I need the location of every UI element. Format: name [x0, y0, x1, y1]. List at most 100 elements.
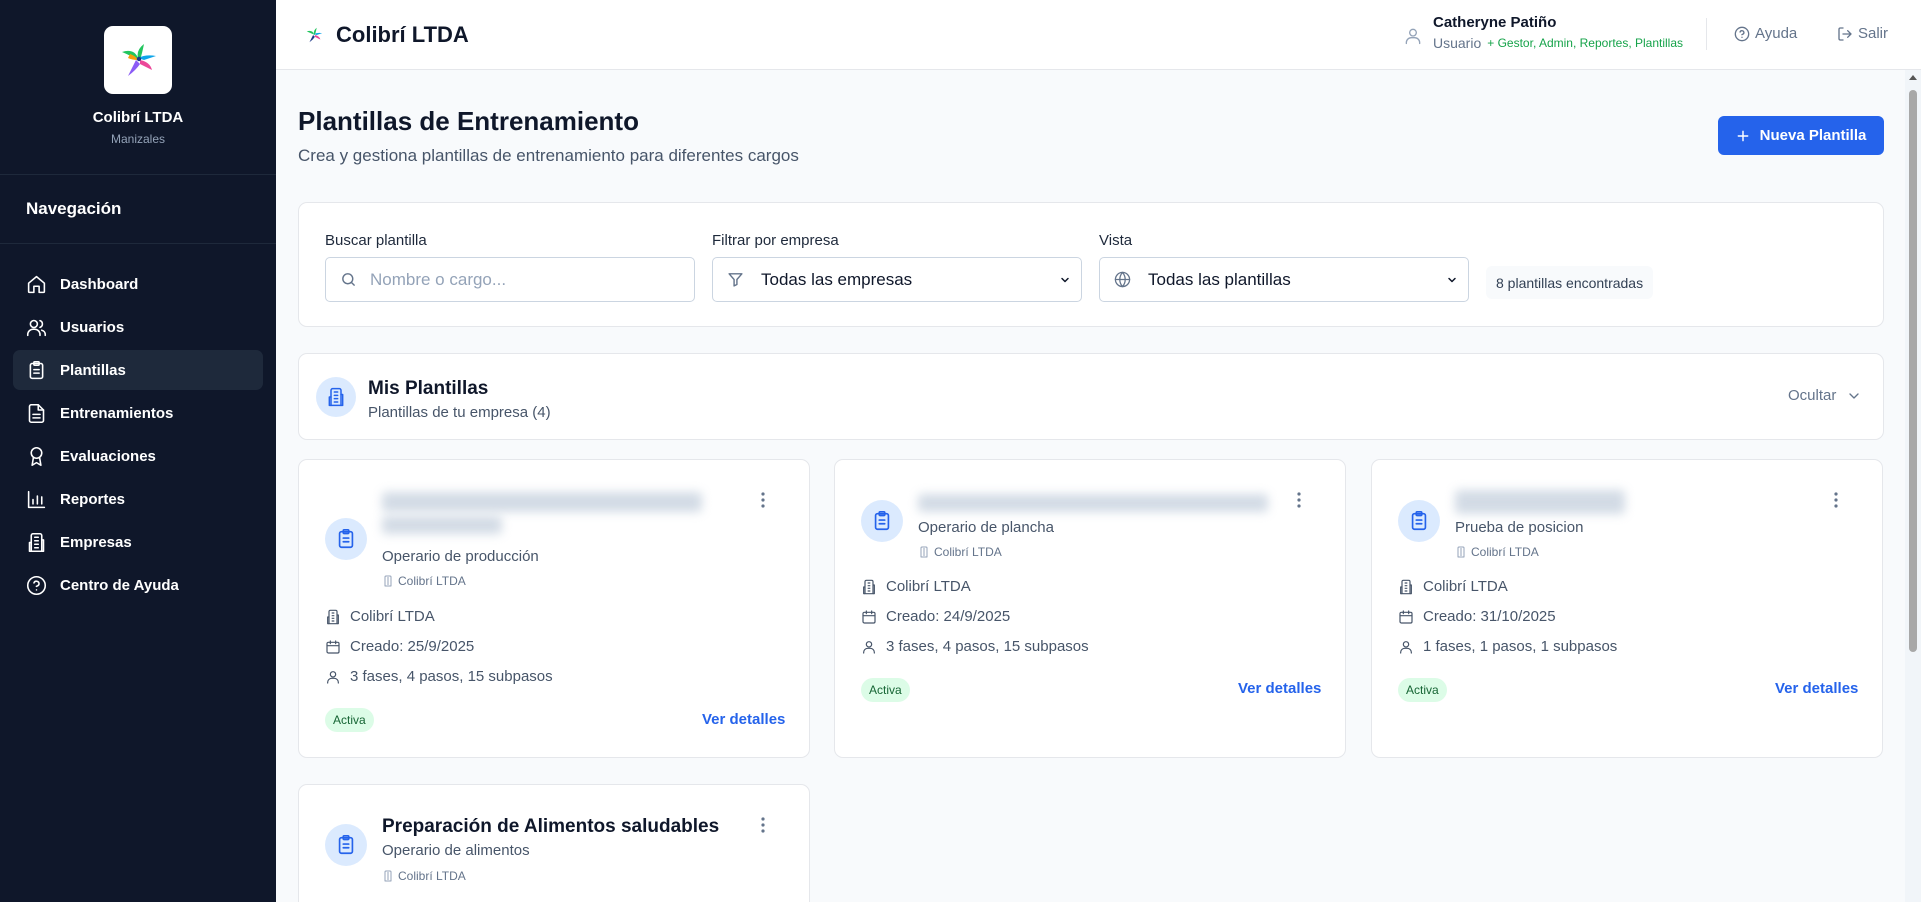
- building-icon: [28, 532, 45, 552]
- sidebar-brand: Colibrí LTDA Manizales: [0, 0, 276, 175]
- building-icon: [863, 579, 875, 594]
- sidebar-item-plantillas[interactable]: Plantillas: [13, 350, 263, 390]
- header-brand: Colibrí LTDA: [304, 22, 469, 48]
- building-icon: [1457, 546, 1465, 558]
- search-icon: [342, 273, 355, 286]
- user-info[interactable]: Catheryne Patiño Usuario + Gestor, Admin…: [1403, 14, 1683, 51]
- template-card[interactable]: Operario de plancha Colibrí LTDA Colibrí…: [834, 459, 1346, 758]
- template-card[interactable]: Preparación de Alimentos saludables Oper…: [298, 784, 810, 902]
- more-options-icon[interactable]: [1834, 492, 1838, 508]
- view-details-link[interactable]: Ver detalles: [702, 711, 785, 728]
- status-badge: Activa: [325, 708, 374, 732]
- template-company-tag: Colibrí LTDA: [1455, 545, 1539, 559]
- building-icon: [1400, 579, 1412, 594]
- template-company-tag: Colibrí LTDA: [382, 574, 466, 588]
- building-icon: [920, 546, 928, 558]
- sidebar-item-label: Plantillas: [60, 361, 126, 379]
- template-company: Colibrí LTDA: [1398, 578, 1508, 595]
- status-badge: Activa: [1398, 678, 1447, 702]
- template-role: Operario de producción: [382, 548, 539, 565]
- more-options-icon[interactable]: [761, 492, 765, 508]
- template-company: Colibrí LTDA: [325, 608, 435, 625]
- filter-icon: [728, 273, 743, 287]
- section-title: Mis Plantillas: [368, 378, 489, 399]
- chevron-down-icon: [1061, 277, 1069, 283]
- more-options-icon[interactable]: [761, 817, 765, 833]
- template-stats: 3 fases, 4 pasos, 15 subpasos: [325, 668, 553, 685]
- scrollbar-thumb[interactable]: [1909, 90, 1917, 652]
- sidebar-item-label: Centro de Ayuda: [60, 576, 179, 594]
- section-subtitle: Plantillas de tu empresa (4): [368, 404, 551, 421]
- sidebar-item-dashboard[interactable]: Dashboard: [13, 264, 263, 304]
- my-templates-section: Mis Plantillas Plantillas de tu empresa …: [298, 353, 1884, 440]
- hide-section-button[interactable]: Ocultar: [1788, 387, 1862, 404]
- help-circle-icon: [1734, 26, 1750, 41]
- page-scrollbar[interactable]: [1905, 70, 1921, 902]
- template-role: Operario de plancha: [918, 519, 1054, 536]
- building-icon: [384, 575, 392, 587]
- template-card[interactable]: Prueba de posicion Colibrí LTDA Colibrí …: [1371, 459, 1883, 758]
- filters-panel: Buscar plantilla Nombre o cargo... Filtr…: [298, 202, 1884, 327]
- user-name: Catheryne Patiño: [1433, 14, 1557, 31]
- building-icon: [384, 870, 392, 882]
- clipboard-icon: [29, 360, 44, 379]
- page-subtitle: Crea y gestiona plantillas de entrenamie…: [298, 146, 799, 165]
- view-details-link[interactable]: Ver detalles: [1775, 680, 1858, 697]
- user-role: Usuario: [1433, 35, 1482, 51]
- sidebar-item-empresas[interactable]: Empresas: [13, 522, 263, 562]
- redacted-title: [382, 492, 702, 512]
- calendar-icon: [326, 639, 340, 654]
- document-icon: [28, 403, 45, 423]
- template-title: Preparación de Alimentos saludables: [382, 816, 720, 837]
- building-icon: [327, 609, 339, 624]
- clipboard-icon: [338, 529, 354, 549]
- new-template-button[interactable]: Nueva Plantilla: [1718, 116, 1884, 155]
- user-icon: [863, 640, 875, 654]
- clipboard-icon: [1411, 511, 1427, 531]
- top-header: Colibrí LTDA Catheryne Patiño Usuario + …: [276, 0, 1921, 70]
- section-icon: [316, 377, 356, 417]
- template-stats: 1 fases, 1 pasos, 1 subpasos: [1398, 638, 1617, 655]
- search-input[interactable]: Nombre o cargo...: [325, 257, 695, 302]
- hummingbird-logo-icon: [306, 27, 323, 43]
- nav-header: Navegación: [0, 175, 276, 244]
- sidebar-item-label: Entrenamientos: [60, 404, 174, 422]
- view-select[interactable]: Todas las plantillas: [1099, 257, 1469, 302]
- redacted-title: [1455, 490, 1625, 514]
- template-icon: [325, 518, 367, 560]
- template-card[interactable]: Operario de producción Colibrí LTDA Coli…: [298, 459, 810, 758]
- help-label: Ayuda: [1755, 25, 1798, 42]
- main-content: Plantillas de Entrenamiento Crea y gesti…: [276, 70, 1905, 902]
- template-created: Creado: 24/9/2025: [861, 608, 1010, 625]
- view-details-link[interactable]: Ver detalles: [1238, 680, 1321, 697]
- sidebar-item-label: Reportes: [60, 490, 126, 508]
- chevron-down-icon: [1849, 392, 1860, 399]
- company-select[interactable]: Todas las empresas: [712, 257, 1082, 302]
- more-options-icon[interactable]: [1297, 492, 1301, 508]
- company-select-value: Todas las empresas: [761, 269, 913, 289]
- scroll-up-icon[interactable]: [1909, 74, 1917, 82]
- help-link[interactable]: Ayuda: [1734, 25, 1797, 42]
- plus-icon: [1737, 130, 1749, 141]
- help-circle-icon: [26, 575, 47, 595]
- sidebar-item-centro-de-ayuda[interactable]: Centro de Ayuda: [13, 565, 263, 605]
- redacted-title: [382, 516, 502, 534]
- user-permissions: + Gestor, Admin, Reportes, Plantillas: [1487, 36, 1684, 50]
- view-label: Vista: [1099, 232, 1133, 249]
- sidebar-item-reportes[interactable]: Reportes: [13, 479, 263, 519]
- sidebar-item-label: Evaluaciones: [60, 447, 156, 465]
- results-count: 8 plantillas encontradas: [1486, 266, 1654, 299]
- page-title: Plantillas de Entrenamiento: [298, 106, 639, 136]
- sidebar-item-label: Empresas: [60, 533, 132, 551]
- sidebar-item-usuarios[interactable]: Usuarios: [13, 307, 263, 347]
- template-role: Prueba de posicion: [1455, 519, 1584, 536]
- logout-icon: [1838, 26, 1852, 41]
- sidebar-item-evaluaciones[interactable]: Evaluaciones: [13, 436, 263, 476]
- header-divider: [1706, 18, 1707, 50]
- chevron-down-icon: [1448, 277, 1456, 283]
- users-icon: [26, 319, 47, 336]
- brand-city: Manizales: [110, 132, 166, 146]
- sidebar-item-entrenamientos[interactable]: Entrenamientos: [13, 393, 263, 433]
- logout-link[interactable]: Salir: [1837, 25, 1888, 42]
- user-icon: [1405, 28, 1421, 45]
